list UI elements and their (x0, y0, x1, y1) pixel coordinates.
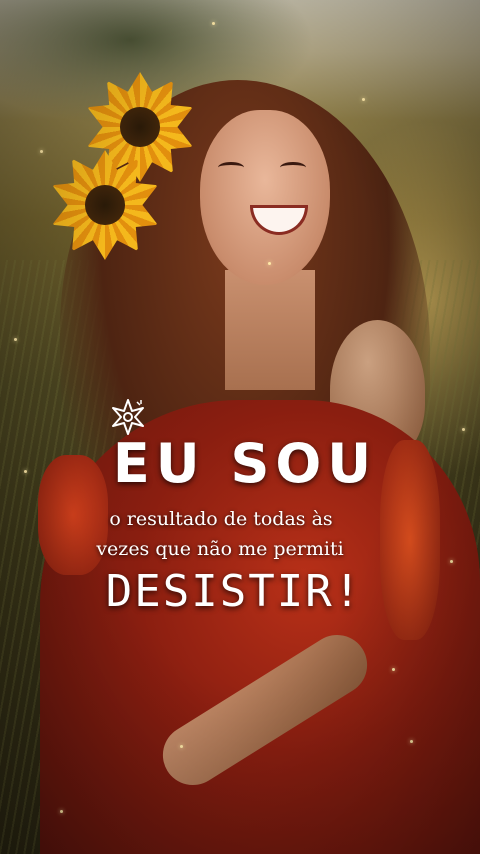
vignette (0, 0, 480, 854)
quote-line-1: o resultado de todas às (109, 508, 333, 530)
background-photo: EU SOU o resultado de todas às vezes que… (0, 0, 480, 854)
headline-text: EU SOU (112, 432, 378, 495)
quote-line-2: vezes que não me permiti (96, 538, 344, 560)
emphasis-text: DESISTIR! (105, 566, 363, 617)
